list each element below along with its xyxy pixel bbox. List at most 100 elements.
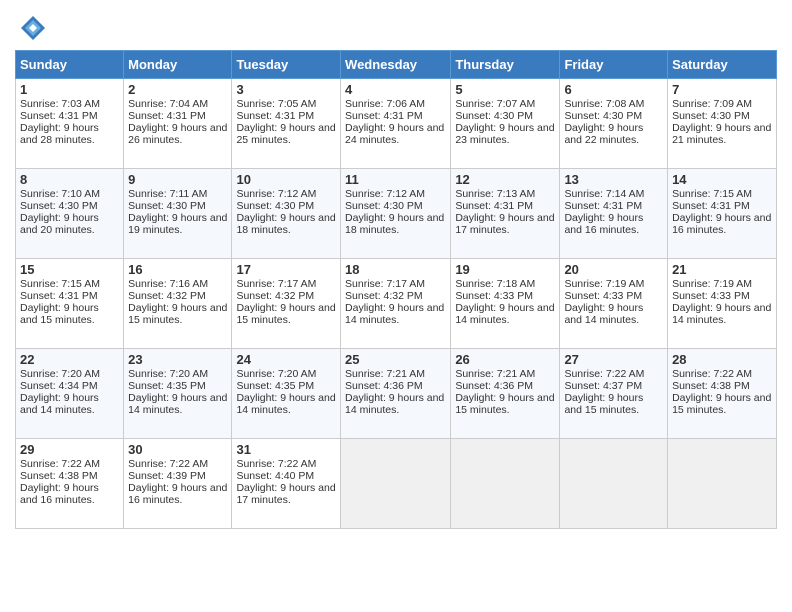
sunset-text: Sunset: 4:32 PM <box>128 290 206 302</box>
sunset-text: Sunset: 4:30 PM <box>236 200 314 212</box>
sunrise-text: Sunrise: 7:19 AM <box>672 278 752 290</box>
day-number: 12 <box>455 172 555 187</box>
sunset-text: Sunset: 4:31 PM <box>345 110 423 122</box>
daylight-text: Daylight: 9 hours and 14 minutes. <box>20 392 99 416</box>
calendar-cell: 23Sunrise: 7:20 AMSunset: 4:35 PMDayligh… <box>124 349 232 439</box>
sunrise-text: Sunrise: 7:17 AM <box>236 278 316 290</box>
day-number: 29 <box>20 442 119 457</box>
daylight-text: Daylight: 9 hours and 15 minutes. <box>128 302 227 326</box>
calendar-cell: 21Sunrise: 7:19 AMSunset: 4:33 PMDayligh… <box>668 259 777 349</box>
day-number: 11 <box>345 172 446 187</box>
sunrise-text: Sunrise: 7:05 AM <box>236 98 316 110</box>
daylight-text: Daylight: 9 hours and 21 minutes. <box>672 122 771 146</box>
day-number: 15 <box>20 262 119 277</box>
calendar-cell: 15Sunrise: 7:15 AMSunset: 4:31 PMDayligh… <box>16 259 124 349</box>
sunset-text: Sunset: 4:31 PM <box>564 200 642 212</box>
daylight-text: Daylight: 9 hours and 28 minutes. <box>20 122 99 146</box>
sunset-text: Sunset: 4:31 PM <box>455 200 533 212</box>
calendar-cell: 10Sunrise: 7:12 AMSunset: 4:30 PMDayligh… <box>232 169 341 259</box>
sunrise-text: Sunrise: 7:20 AM <box>20 368 100 380</box>
calendar-cell: 7Sunrise: 7:09 AMSunset: 4:30 PMDaylight… <box>668 79 777 169</box>
sunset-text: Sunset: 4:30 PM <box>455 110 533 122</box>
daylight-text: Daylight: 9 hours and 19 minutes. <box>128 212 227 236</box>
daylight-text: Daylight: 9 hours and 25 minutes. <box>236 122 335 146</box>
day-number: 10 <box>236 172 336 187</box>
daylight-text: Daylight: 9 hours and 15 minutes. <box>236 302 335 326</box>
sunrise-text: Sunrise: 7:22 AM <box>20 458 100 470</box>
day-header-saturday: Saturday <box>668 51 777 79</box>
calendar-cell: 5Sunrise: 7:07 AMSunset: 4:30 PMDaylight… <box>451 79 560 169</box>
day-number: 13 <box>564 172 663 187</box>
day-number: 6 <box>564 82 663 97</box>
calendar-cell: 2Sunrise: 7:04 AMSunset: 4:31 PMDaylight… <box>124 79 232 169</box>
day-number: 21 <box>672 262 772 277</box>
sunset-text: Sunset: 4:31 PM <box>20 110 98 122</box>
logo-icon <box>19 14 47 42</box>
sunrise-text: Sunrise: 7:18 AM <box>455 278 535 290</box>
sunrise-text: Sunrise: 7:04 AM <box>128 98 208 110</box>
daylight-text: Daylight: 9 hours and 24 minutes. <box>345 122 444 146</box>
day-number: 24 <box>236 352 336 367</box>
day-header-tuesday: Tuesday <box>232 51 341 79</box>
sunrise-text: Sunrise: 7:19 AM <box>564 278 644 290</box>
sunset-text: Sunset: 4:31 PM <box>20 290 98 302</box>
sunset-text: Sunset: 4:33 PM <box>672 290 750 302</box>
daylight-text: Daylight: 9 hours and 14 minutes. <box>455 302 554 326</box>
sunset-text: Sunset: 4:38 PM <box>672 380 750 392</box>
daylight-text: Daylight: 9 hours and 16 minutes. <box>564 212 643 236</box>
day-number: 25 <box>345 352 446 367</box>
sunrise-text: Sunrise: 7:10 AM <box>20 188 100 200</box>
sunset-text: Sunset: 4:35 PM <box>236 380 314 392</box>
calendar-cell: 6Sunrise: 7:08 AMSunset: 4:30 PMDaylight… <box>560 79 668 169</box>
sunset-text: Sunset: 4:38 PM <box>20 470 98 482</box>
daylight-text: Daylight: 9 hours and 15 minutes. <box>672 392 771 416</box>
sunrise-text: Sunrise: 7:07 AM <box>455 98 535 110</box>
day-number: 7 <box>672 82 772 97</box>
sunset-text: Sunset: 4:32 PM <box>345 290 423 302</box>
calendar-cell: 24Sunrise: 7:20 AMSunset: 4:35 PMDayligh… <box>232 349 341 439</box>
sunset-text: Sunset: 4:30 PM <box>345 200 423 212</box>
day-number: 28 <box>672 352 772 367</box>
sunrise-text: Sunrise: 7:16 AM <box>128 278 208 290</box>
calendar-cell: 27Sunrise: 7:22 AMSunset: 4:37 PMDayligh… <box>560 349 668 439</box>
sunrise-text: Sunrise: 7:06 AM <box>345 98 425 110</box>
calendar-cell: 20Sunrise: 7:19 AMSunset: 4:33 PMDayligh… <box>560 259 668 349</box>
sunrise-text: Sunrise: 7:11 AM <box>128 188 207 200</box>
daylight-text: Daylight: 9 hours and 18 minutes. <box>345 212 444 236</box>
day-number: 1 <box>20 82 119 97</box>
day-number: 14 <box>672 172 772 187</box>
calendar-cell <box>341 439 451 529</box>
calendar-header-row: SundayMondayTuesdayWednesdayThursdayFrid… <box>16 51 777 79</box>
sunrise-text: Sunrise: 7:12 AM <box>236 188 316 200</box>
sunset-text: Sunset: 4:39 PM <box>128 470 206 482</box>
daylight-text: Daylight: 9 hours and 14 minutes. <box>128 392 227 416</box>
day-number: 3 <box>236 82 336 97</box>
sunset-text: Sunset: 4:30 PM <box>564 110 642 122</box>
day-number: 22 <box>20 352 119 367</box>
daylight-text: Daylight: 9 hours and 15 minutes. <box>20 302 99 326</box>
calendar-cell: 8Sunrise: 7:10 AMSunset: 4:30 PMDaylight… <box>16 169 124 259</box>
daylight-text: Daylight: 9 hours and 16 minutes. <box>20 482 99 506</box>
daylight-text: Daylight: 9 hours and 17 minutes. <box>455 212 554 236</box>
calendar-cell: 4Sunrise: 7:06 AMSunset: 4:31 PMDaylight… <box>341 79 451 169</box>
sunset-text: Sunset: 4:30 PM <box>128 200 206 212</box>
day-header-monday: Monday <box>124 51 232 79</box>
calendar: SundayMondayTuesdayWednesdayThursdayFrid… <box>15 50 777 529</box>
sunrise-text: Sunrise: 7:08 AM <box>564 98 644 110</box>
calendar-cell: 12Sunrise: 7:13 AMSunset: 4:31 PMDayligh… <box>451 169 560 259</box>
sunset-text: Sunset: 4:35 PM <box>128 380 206 392</box>
calendar-cell: 28Sunrise: 7:22 AMSunset: 4:38 PMDayligh… <box>668 349 777 439</box>
sunset-text: Sunset: 4:40 PM <box>236 470 314 482</box>
daylight-text: Daylight: 9 hours and 14 minutes. <box>345 302 444 326</box>
day-number: 16 <box>128 262 227 277</box>
sunset-text: Sunset: 4:31 PM <box>672 200 750 212</box>
sunrise-text: Sunrise: 7:21 AM <box>455 368 535 380</box>
daylight-text: Daylight: 9 hours and 22 minutes. <box>564 122 643 146</box>
day-header-thursday: Thursday <box>451 51 560 79</box>
calendar-cell: 11Sunrise: 7:12 AMSunset: 4:30 PMDayligh… <box>341 169 451 259</box>
calendar-cell: 22Sunrise: 7:20 AMSunset: 4:34 PMDayligh… <box>16 349 124 439</box>
sunset-text: Sunset: 4:31 PM <box>128 110 206 122</box>
sunrise-text: Sunrise: 7:14 AM <box>564 188 644 200</box>
sunset-text: Sunset: 4:33 PM <box>564 290 642 302</box>
calendar-row-3: 15Sunrise: 7:15 AMSunset: 4:31 PMDayligh… <box>16 259 777 349</box>
